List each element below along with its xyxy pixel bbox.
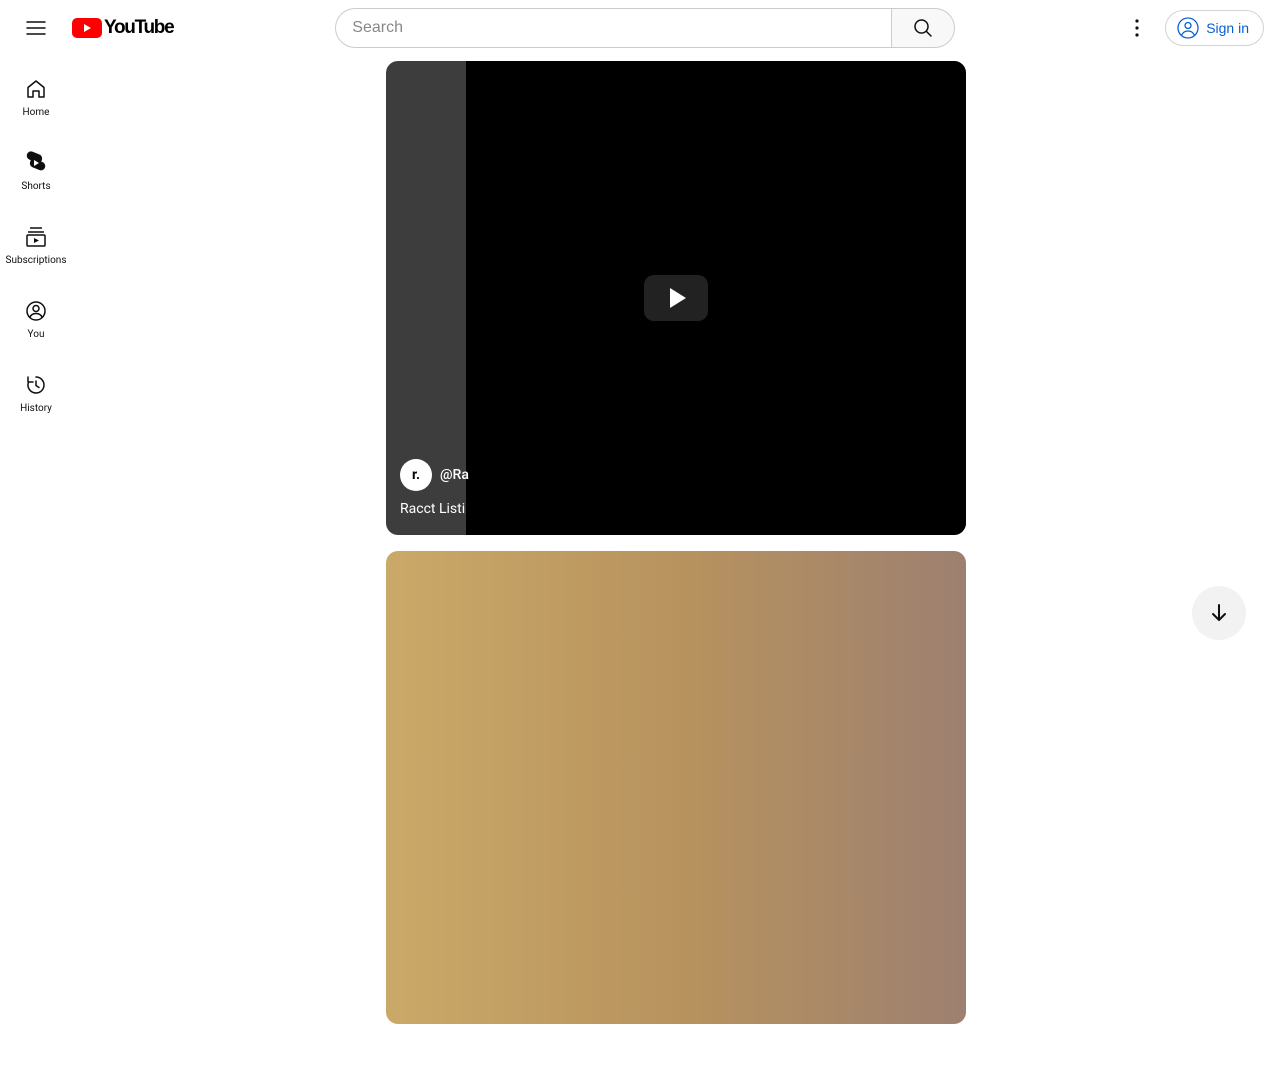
sidebar-item-label: Shorts xyxy=(21,181,50,192)
you-icon xyxy=(24,299,48,323)
signin-label: Sign in xyxy=(1206,20,1249,36)
short-title: Racct Listi xyxy=(400,501,469,517)
youtube-play-icon xyxy=(72,18,102,38)
history-icon xyxy=(24,373,48,397)
youtube-logo[interactable]: YouTube xyxy=(72,17,173,39)
sidebar-item-label: Home xyxy=(23,107,50,118)
sidebar-item-label: You xyxy=(28,329,45,340)
settings-more-button[interactable] xyxy=(1117,8,1157,48)
search-input[interactable] xyxy=(335,8,891,48)
sidebar-item-subscriptions[interactable]: Subscriptions xyxy=(4,208,68,282)
more-vertical-icon xyxy=(1125,16,1149,40)
header-end: Sign in xyxy=(1117,8,1264,48)
header-center xyxy=(173,8,1117,48)
sidebar-item-you[interactable]: You xyxy=(4,282,68,356)
youtube-logo-text: YouTube xyxy=(104,17,173,39)
main-content: r. @Ra Racct Listi xyxy=(72,56,1280,1024)
shorts-video-area xyxy=(466,61,966,535)
arrow-down-icon xyxy=(1207,601,1231,625)
sidebar-item-shorts[interactable]: Shorts xyxy=(4,134,68,208)
channel-handle[interactable]: @Ra xyxy=(440,467,469,483)
subscriptions-icon xyxy=(24,225,48,249)
shorts-info: r. @Ra Racct Listi xyxy=(400,459,469,517)
next-short-button[interactable] xyxy=(1192,586,1246,640)
sidebar: Home Shorts Subscriptions You History xyxy=(0,56,72,1024)
sidebar-item-label: Subscriptions xyxy=(6,255,67,266)
search-icon xyxy=(911,16,935,40)
hamburger-icon xyxy=(24,16,48,40)
header-start: YouTube xyxy=(16,8,173,48)
guide-menu-button[interactable] xyxy=(16,8,56,48)
header: YouTube Sign in xyxy=(0,0,1280,56)
shorts-icon xyxy=(24,151,48,175)
sidebar-item-home[interactable]: Home xyxy=(4,60,68,134)
search-container xyxy=(335,8,955,48)
sidebar-item-history[interactable]: History xyxy=(4,356,68,430)
sidebar-item-label: History xyxy=(20,403,52,414)
search-button[interactable] xyxy=(891,8,955,48)
channel-row[interactable]: r. @Ra xyxy=(400,459,469,491)
play-button[interactable] xyxy=(644,275,708,321)
user-circle-icon xyxy=(1176,16,1200,40)
next-short-preview[interactable] xyxy=(386,551,966,1025)
signin-button[interactable]: Sign in xyxy=(1165,10,1264,46)
channel-avatar[interactable]: r. xyxy=(400,459,432,491)
shorts-player[interactable]: r. @Ra Racct Listi xyxy=(386,61,966,535)
home-icon xyxy=(24,77,48,101)
